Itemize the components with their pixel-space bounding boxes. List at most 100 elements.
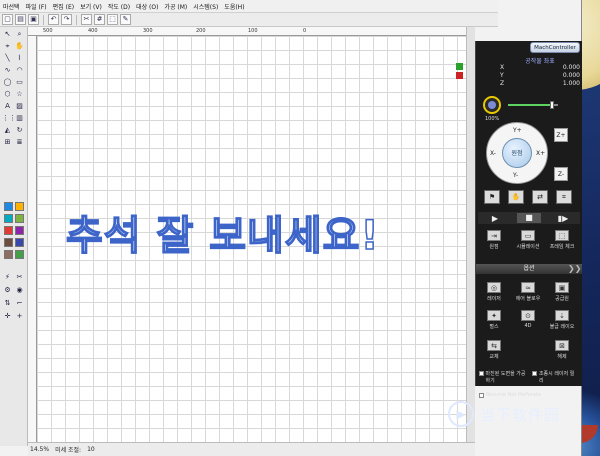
extra-icon[interactable]: +: [14, 311, 25, 322]
function-label: 레이저: [487, 296, 501, 302]
checkbox-label: 조종시 레이저 릴리: [538, 371, 575, 384]
select-icon[interactable]: ⬚: [107, 14, 118, 25]
pointer-icon[interactable]: ↖: [2, 29, 13, 40]
status-red-icon[interactable]: [456, 72, 463, 79]
menu-item-view[interactable]: 보기 (V): [80, 2, 102, 11]
menu-item-help[interactable]: 도움(H): [224, 2, 244, 11]
color-swatch[interactable]: [4, 250, 13, 259]
options-tab[interactable]: 옵션: [476, 264, 582, 274]
bracket-icon[interactable]: ⌐: [14, 298, 25, 309]
line-tool-icon[interactable]: ╲: [2, 53, 13, 64]
menu-item-edit[interactable]: 편집 (E): [53, 2, 74, 11]
home-function[interactable]: ⇥ 원점: [480, 230, 508, 254]
sort-icon[interactable]: ⇅: [2, 298, 13, 309]
image-icon[interactable]: ▨: [14, 101, 25, 112]
canvas-text-object[interactable]: 추석 잘 보내세요!: [65, 203, 456, 260]
cross-icon[interactable]: ✛: [2, 311, 13, 322]
star-icon[interactable]: ☆: [14, 89, 25, 100]
arc-icon[interactable]: ◠: [14, 65, 25, 76]
array-icon[interactable]: ⋮⋮: [2, 113, 16, 124]
simulation-function[interactable]: ▭ 시뮬레이션: [514, 230, 542, 254]
rectangle-icon[interactable]: ▭: [14, 77, 25, 88]
menu-item-object[interactable]: 대상 (O): [136, 2, 158, 11]
pulse-function[interactable]: ✦ 펄스: [480, 310, 508, 334]
node-edit-icon[interactable]: ⌖: [2, 41, 13, 52]
color-swatch[interactable]: [15, 226, 24, 235]
jog-y-plus-button[interactable]: Y+: [513, 127, 522, 134]
new-icon[interactable]: ▢: [2, 14, 13, 25]
replace-function[interactable]: ⇆ 교체: [480, 340, 508, 364]
polyline-icon[interactable]: ⌇: [14, 53, 25, 64]
frame-button[interactable]: ⌗: [556, 190, 572, 204]
color-swatch[interactable]: [15, 214, 24, 223]
undo-icon[interactable]: ↶: [48, 14, 59, 25]
redo-icon[interactable]: ↷: [61, 14, 72, 25]
laser-icon[interactable]: ⚡: [2, 272, 13, 283]
speed-dial[interactable]: [483, 96, 501, 114]
checkbox-box[interactable]: [532, 371, 537, 376]
frame-check-function[interactable]: ⬚ 프레임 체크: [548, 230, 576, 254]
checkbox-box[interactable]: [479, 371, 484, 376]
hand-button[interactable]: ✋: [508, 190, 524, 204]
settings-icon[interactable]: ⚙: [2, 285, 13, 296]
move-button[interactable]: ⇄: [532, 190, 548, 204]
rotate-icon[interactable]: ↻: [14, 125, 25, 136]
function-label: 시뮬레이션: [516, 244, 540, 250]
open-icon[interactable]: ▤: [15, 14, 26, 25]
jog-y-minus-button[interactable]: Y-: [513, 172, 518, 179]
color-swatch[interactable]: [4, 226, 13, 235]
function-label: 에어 블로우: [515, 296, 541, 302]
pause-icon[interactable]: ▮▶: [551, 214, 575, 223]
save-icon[interactable]: ▣: [28, 14, 39, 25]
z-down-button[interactable]: Z-: [554, 167, 568, 181]
tab-right-arrow[interactable]: ❯❯: [568, 264, 581, 274]
color-swatch[interactable]: [4, 202, 13, 211]
menu-item-select[interactable]: 마선택: [3, 2, 20, 11]
curve-icon[interactable]: ∿: [2, 65, 13, 76]
screen: 마선택 파일 (F) 편집 (E) 보기 (V) 작도 (D) 대상 (O) 가…: [0, 0, 600, 456]
eye-icon[interactable]: ◉: [14, 285, 25, 296]
menu-item-machining[interactable]: 가공 (M): [164, 2, 187, 11]
laser-function[interactable]: ◎ 레이저: [480, 282, 508, 306]
color-swatch[interactable]: [15, 238, 24, 247]
grid-icon[interactable]: #: [94, 14, 105, 25]
process-selected-checkbox[interactable]: 마진된 도면을 가공하기: [479, 370, 527, 384]
laser-fire-button[interactable]: ⚑: [484, 190, 500, 204]
text-tool-icon[interactable]: A: [2, 101, 13, 112]
air-blow-function[interactable]: ≈ 에어 블로우: [514, 282, 542, 306]
align-icon[interactable]: ▥: [14, 113, 25, 124]
start-icon[interactable]: ▶: [483, 214, 507, 223]
laser-release-checkbox[interactable]: 조종시 레이저 릴리: [532, 370, 578, 384]
polygon-icon[interactable]: ⬡: [2, 89, 13, 100]
jog-origin-button[interactable]: 원점: [502, 138, 532, 168]
pan-icon[interactable]: ✋: [14, 41, 25, 52]
4d-function[interactable]: ⊙ 4D: [514, 310, 542, 334]
vertical-scrollbar[interactable]: [466, 27, 475, 446]
fine-adjust-value[interactable]: 10: [87, 446, 95, 453]
measure-icon[interactable]: ⊞: [2, 137, 13, 148]
menu-item-draw[interactable]: 작도 (D): [108, 2, 130, 11]
layout-function[interactable]: ⇣ 불급 레이오: [548, 310, 576, 334]
jog-x-minus-button[interactable]: X-: [490, 150, 496, 157]
layer-icon[interactable]: ≣: [14, 137, 25, 148]
color-swatch[interactable]: [4, 238, 13, 247]
cut-path-icon[interactable]: ✂: [14, 272, 25, 283]
color-swatch[interactable]: [4, 214, 13, 223]
speed-slider-handle[interactable]: [550, 101, 554, 109]
color-swatch[interactable]: [15, 250, 24, 259]
ellipse-icon[interactable]: ◯: [2, 77, 13, 88]
cut-icon[interactable]: ✂: [81, 14, 92, 25]
zoom-tool-icon[interactable]: ⌕: [14, 29, 25, 40]
menu-item-file[interactable]: 파일 (F): [26, 2, 47, 11]
source-function[interactable]: ▣ 공급원: [548, 282, 576, 306]
release-function[interactable]: ⊠ 해제: [548, 340, 576, 364]
menu-item-system[interactable]: 시스템(S): [193, 2, 218, 11]
stop-icon[interactable]: ■: [517, 213, 541, 223]
z-up-button[interactable]: Z+: [554, 128, 568, 142]
mirror-icon[interactable]: ◭: [2, 125, 13, 136]
controller-tab[interactable]: MachController: [530, 42, 580, 53]
color-swatch[interactable]: [15, 202, 24, 211]
pen-icon[interactable]: ✎: [120, 14, 131, 25]
status-green-icon[interactable]: [456, 63, 463, 70]
jog-x-plus-button[interactable]: X+: [536, 150, 545, 157]
